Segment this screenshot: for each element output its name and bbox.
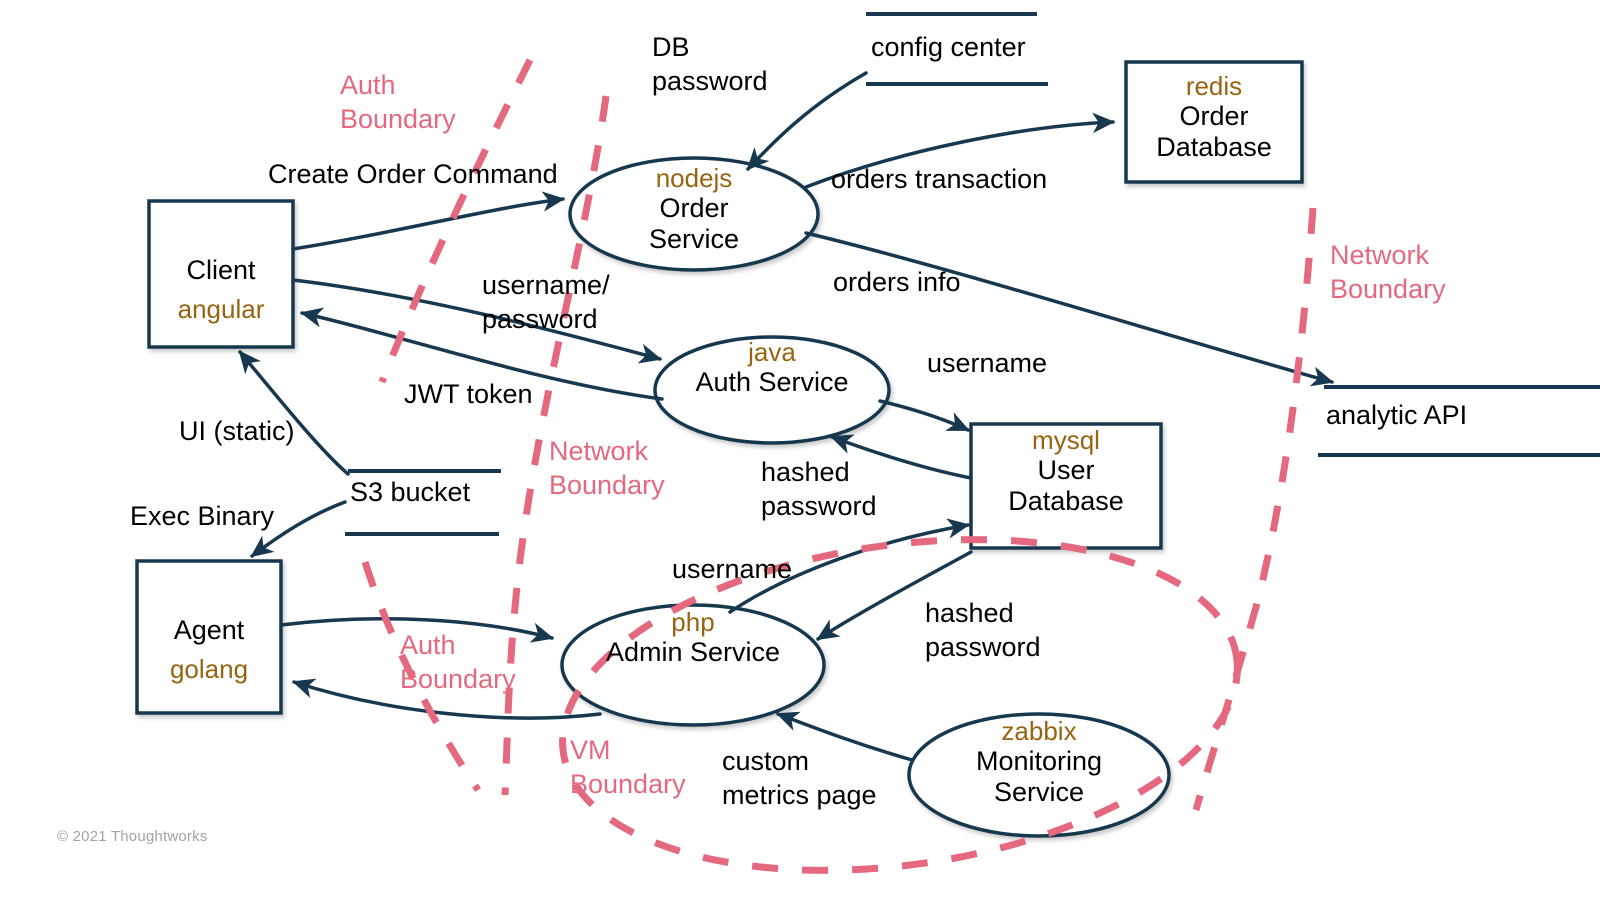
boundary-label-auth-bottom-line1: Auth — [400, 630, 456, 660]
flow-label-hashed-password-admin: hashed password — [925, 596, 1041, 664]
flow-label-username-password-line2: password — [482, 304, 598, 334]
flow-label-db-password-line1: DB — [652, 32, 690, 62]
node-client[interactable] — [147, 199, 295, 349]
diagram-canvas: Client angular Agent golang redis Order … — [0, 0, 1600, 900]
boundary-label-network-middle-line2: Boundary — [549, 470, 665, 500]
flow-label-ui-static: UI (static) — [179, 416, 295, 446]
copyright-notice: © 2021 Thoughtworks — [57, 828, 208, 845]
boundary-label-network-middle: Network Boundary — [549, 434, 665, 502]
flow-label-username-password: username/ password — [482, 268, 610, 336]
node-agent[interactable] — [135, 559, 283, 715]
node-user-database[interactable] — [969, 422, 1163, 550]
flow-label-orders-transaction: orders transaction — [831, 164, 1048, 194]
flow-label-jwt-token: JWT token — [404, 379, 533, 409]
flow-label-hashed-password-admin-line1: hashed — [925, 598, 1014, 628]
boundary-network-right — [1192, 207, 1317, 811]
boundary-label-vm-line1: VM — [570, 735, 611, 765]
boundary-label-vm-line2: Boundary — [570, 769, 686, 799]
flow-username-auth — [878, 399, 970, 432]
flow-label-custom-metrics-page-line1: custom — [722, 746, 810, 776]
flow-label-username-auth: username — [927, 348, 1048, 378]
flow-label-custom-metrics-page-line2: metrics page — [722, 780, 877, 810]
node-monitoring-service[interactable] — [907, 712, 1171, 838]
node-order-service[interactable] — [568, 156, 820, 272]
boundary-label-network-middle-line1: Network — [549, 436, 649, 466]
store-analytic-api-label: analytic API — [1326, 400, 1468, 430]
flow-label-username-admin: username — [672, 554, 793, 584]
boundary-label-auth-top: Auth Boundary — [340, 68, 456, 136]
flow-label-hashed-password-admin-line2: password — [925, 632, 1041, 662]
boundary-label-auth-top-line1: Auth — [340, 70, 396, 100]
flow-label-db-password-line2: password — [652, 66, 768, 96]
boundary-label-network-right-line1: Network — [1330, 240, 1430, 270]
flow-label-db-password: DB password — [652, 30, 768, 98]
boundary-label-auth-bottom: Auth Boundary — [400, 628, 516, 696]
flow-label-create-order-command: Create Order Command — [268, 159, 558, 189]
store-config-center-label: config center — [871, 32, 1026, 62]
boundary-label-vm: VM Boundary — [570, 733, 686, 801]
boundary-label-auth-bottom-line2: Boundary — [400, 664, 516, 694]
flow-label-hashed-password-auth-line2: password — [761, 491, 877, 521]
flow-label-orders-info: orders info — [833, 267, 961, 297]
boundary-label-auth-top-line2: Boundary — [340, 104, 456, 134]
flow-label-exec-binary: Exec Binary — [130, 501, 275, 531]
store-s3-bucket-label: S3 bucket — [350, 477, 471, 507]
flow-label-hashed-password-auth: hashed password — [761, 455, 877, 523]
flow-create-order-command — [291, 191, 566, 251]
flow-ui-static — [238, 350, 350, 476]
boundary-label-network-right-line2: Boundary — [1330, 274, 1446, 304]
flow-label-hashed-password-auth-line1: hashed — [761, 457, 850, 487]
flow-orders-info — [804, 231, 1334, 387]
flow-label-custom-metrics-page: custom metrics page — [722, 744, 877, 812]
node-auth-service[interactable] — [653, 335, 891, 445]
flow-label-username-password-line1: username/ — [482, 270, 610, 300]
node-order-database[interactable] — [1124, 60, 1304, 184]
boundary-label-network-right: Network Boundary — [1330, 238, 1446, 306]
